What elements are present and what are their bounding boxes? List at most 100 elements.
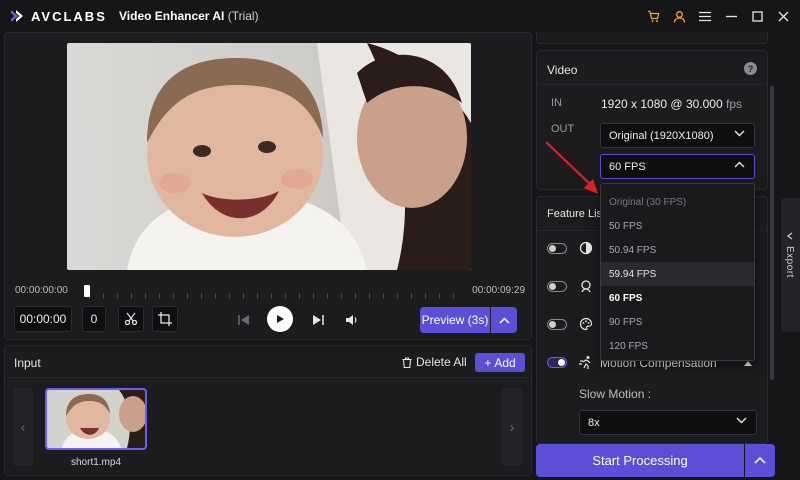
out-label: OUT: [551, 123, 575, 135]
app-window: AVCLABS Video Enhancer AI (Trial) 00:00:…: [0, 0, 800, 480]
playback-controls: 00:00:00 0 Preview (3s): [5, 305, 533, 335]
play-icon: [277, 315, 284, 323]
settings-scrollbar[interactable]: [770, 86, 774, 380]
start-processing-options-button[interactable]: [745, 444, 775, 477]
add-button[interactable]: + Add: [475, 353, 525, 372]
timecode-value: 00:00:00: [19, 312, 67, 326]
input-at: @: [670, 97, 683, 111]
preview-panel: 00:00:00:00 00:00:09:29 00:00:00 0 Previ…: [4, 32, 532, 340]
chevron-up-icon: [734, 161, 745, 168]
crop-icon: [158, 312, 172, 326]
play-button[interactable]: [267, 306, 293, 332]
input-fps: 30.000: [685, 97, 723, 111]
frame-field[interactable]: 0: [82, 306, 106, 332]
output-fps-select[interactable]: 60 FPS: [600, 154, 755, 179]
file-name: short1.mp4: [70, 457, 122, 468]
timeline-end-time: 00:00:09:29: [472, 285, 525, 296]
fps-option[interactable]: 59.94 FPS: [601, 262, 754, 286]
video-settings-header: Video ?: [537, 51, 767, 85]
chevron-up-icon: [498, 316, 510, 324]
feature-toggle-2[interactable]: [547, 281, 567, 292]
thumbnails-scroll-right[interactable]: ›: [502, 388, 522, 466]
minimize-icon[interactable]: [722, 7, 740, 25]
fps-option[interactable]: 60 FPS: [601, 286, 754, 310]
skip-forward-icon[interactable]: [312, 313, 324, 331]
chevron-down-icon: [734, 130, 745, 137]
skip-back-icon[interactable]: [238, 313, 250, 331]
video-settings-title: Video: [547, 63, 578, 77]
fps-option[interactable]: Original (30 FPS): [601, 190, 754, 214]
close-icon[interactable]: [774, 7, 792, 25]
cut-button[interactable]: [118, 306, 144, 332]
slow-motion-label: Slow Motion :: [579, 387, 652, 401]
delete-all-button[interactable]: Delete All: [402, 355, 467, 369]
preview-button-label: Preview (3s): [421, 313, 489, 327]
export-tab[interactable]: Export: [781, 198, 800, 332]
frame-value: 0: [90, 312, 98, 326]
palette-icon: [579, 317, 593, 331]
slow-motion-value: 8x: [588, 416, 600, 429]
app-title: Video Enhancer AI (Trial): [119, 9, 259, 23]
previous-section-edge: [536, 32, 768, 44]
feature-toggle-1[interactable]: [547, 243, 567, 254]
video-settings-panel: Video ? IN 1920 x 1080 @ 30.000 fps OUT …: [536, 50, 768, 190]
cart-icon[interactable]: [644, 7, 662, 25]
fps-option[interactable]: 50.94 FPS: [601, 238, 754, 262]
trial-label: (Trial): [227, 9, 259, 23]
delete-all-label: Delete All: [416, 355, 467, 369]
fps-option[interactable]: 120 FPS: [601, 334, 754, 358]
thumbnails-scroll-left[interactable]: ‹: [13, 388, 33, 466]
face-enhance-icon: [581, 280, 591, 293]
contrast-icon: [579, 241, 593, 255]
avclabs-logo-icon: [11, 10, 23, 22]
input-fps-unit: fps: [725, 97, 742, 111]
input-header: Input Delete All + Add: [5, 346, 531, 378]
help-icon[interactable]: ?: [744, 62, 757, 75]
timeline-playhead[interactable]: [84, 285, 90, 297]
file-thumbnail[interactable]: [45, 388, 147, 450]
timecode-field[interactable]: 00:00:00: [14, 306, 72, 332]
input-resolution: 1920 x 1080: [601, 97, 668, 111]
input-format: 1920 x 1080 @ 30.000 fps: [601, 97, 742, 111]
chevron-down-icon: [736, 417, 747, 424]
feature-toggle-3[interactable]: [547, 319, 567, 330]
scissors-icon: [124, 312, 138, 326]
input-panel: Input Delete All + Add ‹ short1.mp4 ›: [4, 345, 532, 476]
start-processing-button[interactable]: Start Processing: [536, 444, 744, 477]
output-resolution-select[interactable]: Original (1920X1080): [600, 123, 755, 148]
brand-name: AVCLABS: [31, 9, 107, 24]
chevron-left-icon: ‹: [20, 419, 26, 435]
add-button-label: Add: [494, 355, 516, 370]
menu-icon[interactable]: [696, 7, 714, 25]
feature-list-title: Feature List: [547, 208, 606, 220]
output-fps-value: 60 FPS: [609, 160, 646, 173]
user-icon[interactable]: [670, 7, 688, 25]
collapse-icon[interactable]: [744, 361, 752, 366]
export-label: Export: [784, 246, 795, 278]
chevron-right-icon: ›: [509, 419, 515, 435]
maximize-icon[interactable]: [748, 7, 766, 25]
output-resolution-value: Original (1920X1080): [609, 129, 714, 142]
crop-button[interactable]: [152, 306, 178, 332]
title-bar: AVCLABS Video Enhancer AI (Trial): [0, 0, 800, 32]
timeline-ticks: [89, 293, 465, 299]
plus-icon: +: [484, 355, 492, 370]
timeline[interactable]: 00:00:00:00 00:00:09:29: [13, 283, 525, 299]
motion-icon: [579, 356, 591, 369]
preview-options-button[interactable]: [491, 307, 517, 333]
fps-dropdown: Original (30 FPS) 50 FPS 50.94 FPS 59.94 FP…: [600, 183, 755, 361]
motion-compensation-toggle[interactable]: [547, 357, 567, 368]
slow-motion-select[interactable]: 8x: [579, 410, 757, 435]
chevron-left-icon: [787, 232, 793, 240]
volume-icon[interactable]: [345, 313, 358, 331]
in-label: IN: [551, 97, 562, 109]
start-processing-label: Start Processing: [592, 453, 688, 468]
app-title-text: Video Enhancer AI: [119, 9, 225, 23]
video-preview: [67, 43, 471, 270]
fps-option[interactable]: 90 FPS: [601, 310, 754, 334]
fps-option[interactable]: 50 FPS: [601, 214, 754, 238]
input-title: Input: [14, 356, 41, 370]
trash-icon: [402, 356, 412, 368]
timeline-start-time: 00:00:00:00: [15, 285, 68, 296]
preview-button[interactable]: Preview (3s): [420, 307, 490, 333]
